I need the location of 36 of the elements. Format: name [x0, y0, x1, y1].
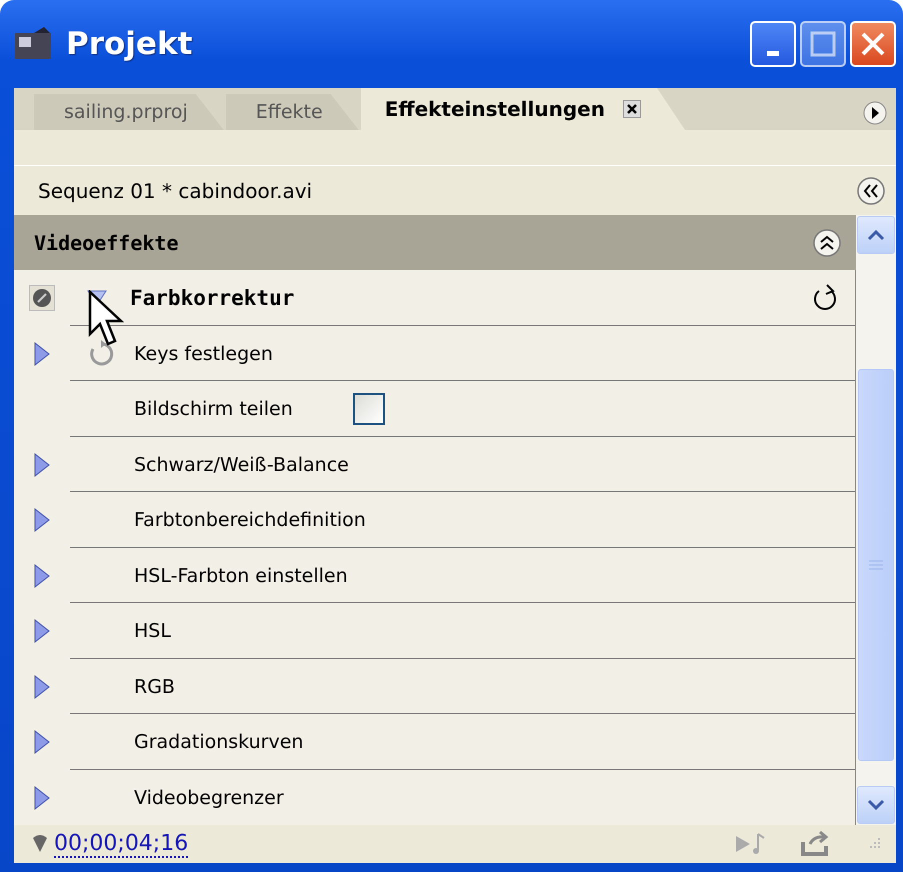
checkbox[interactable] [352, 393, 385, 426]
property-label: HSL-Farbton einstellen [134, 564, 348, 587]
tab[interactable]: Effekte [226, 94, 359, 130]
property-label: Schwarz/Weiß-Balance [134, 454, 349, 476]
collapse-up-icon[interactable] [812, 228, 842, 258]
property-label: RGB [134, 676, 175, 698]
property-label: Videobegrenzer [134, 786, 284, 809]
maximize-button[interactable] [800, 21, 846, 67]
minimize-button[interactable] [750, 21, 796, 67]
maximize-icon [810, 31, 836, 57]
minimize-icon [767, 50, 779, 56]
property-label: Farbtonbereichdefinition [134, 509, 366, 532]
app-icon [14, 27, 54, 61]
tab[interactable]: sailing.prproj [34, 94, 224, 130]
close-icon[interactable] [623, 100, 641, 118]
window-title: Projekt [66, 26, 192, 62]
effect-name: Farbkorrektur [130, 286, 294, 310]
effect-toggle-icon[interactable] [29, 285, 55, 312]
property-label: Bildschirm teilen [134, 398, 293, 420]
close-button[interactable] [850, 21, 896, 67]
section-title: Videoeffekte [34, 230, 178, 255]
tab[interactable]: Effekteinstellungen [360, 88, 685, 130]
collapse-left-icon[interactable] [856, 176, 886, 206]
sequence-label: Sequenz 01 * cabindoor.avi [38, 178, 312, 203]
property-label: Gradationskurven [134, 731, 304, 754]
marker-icon [32, 834, 48, 854]
scroll-up-button[interactable] [857, 216, 895, 254]
scroll-thumb[interactable] [858, 369, 894, 762]
property-label: Keys festlegen [134, 342, 273, 365]
timecode-link[interactable]: 00;00;04;16 [54, 830, 188, 858]
property-label: HSL [134, 620, 171, 642]
scroll-down-button[interactable] [857, 786, 895, 824]
chevron-up-icon [866, 228, 886, 242]
close-icon [860, 31, 886, 57]
chevron-down-icon [866, 798, 886, 812]
panel-menu-icon[interactable] [862, 100, 888, 126]
